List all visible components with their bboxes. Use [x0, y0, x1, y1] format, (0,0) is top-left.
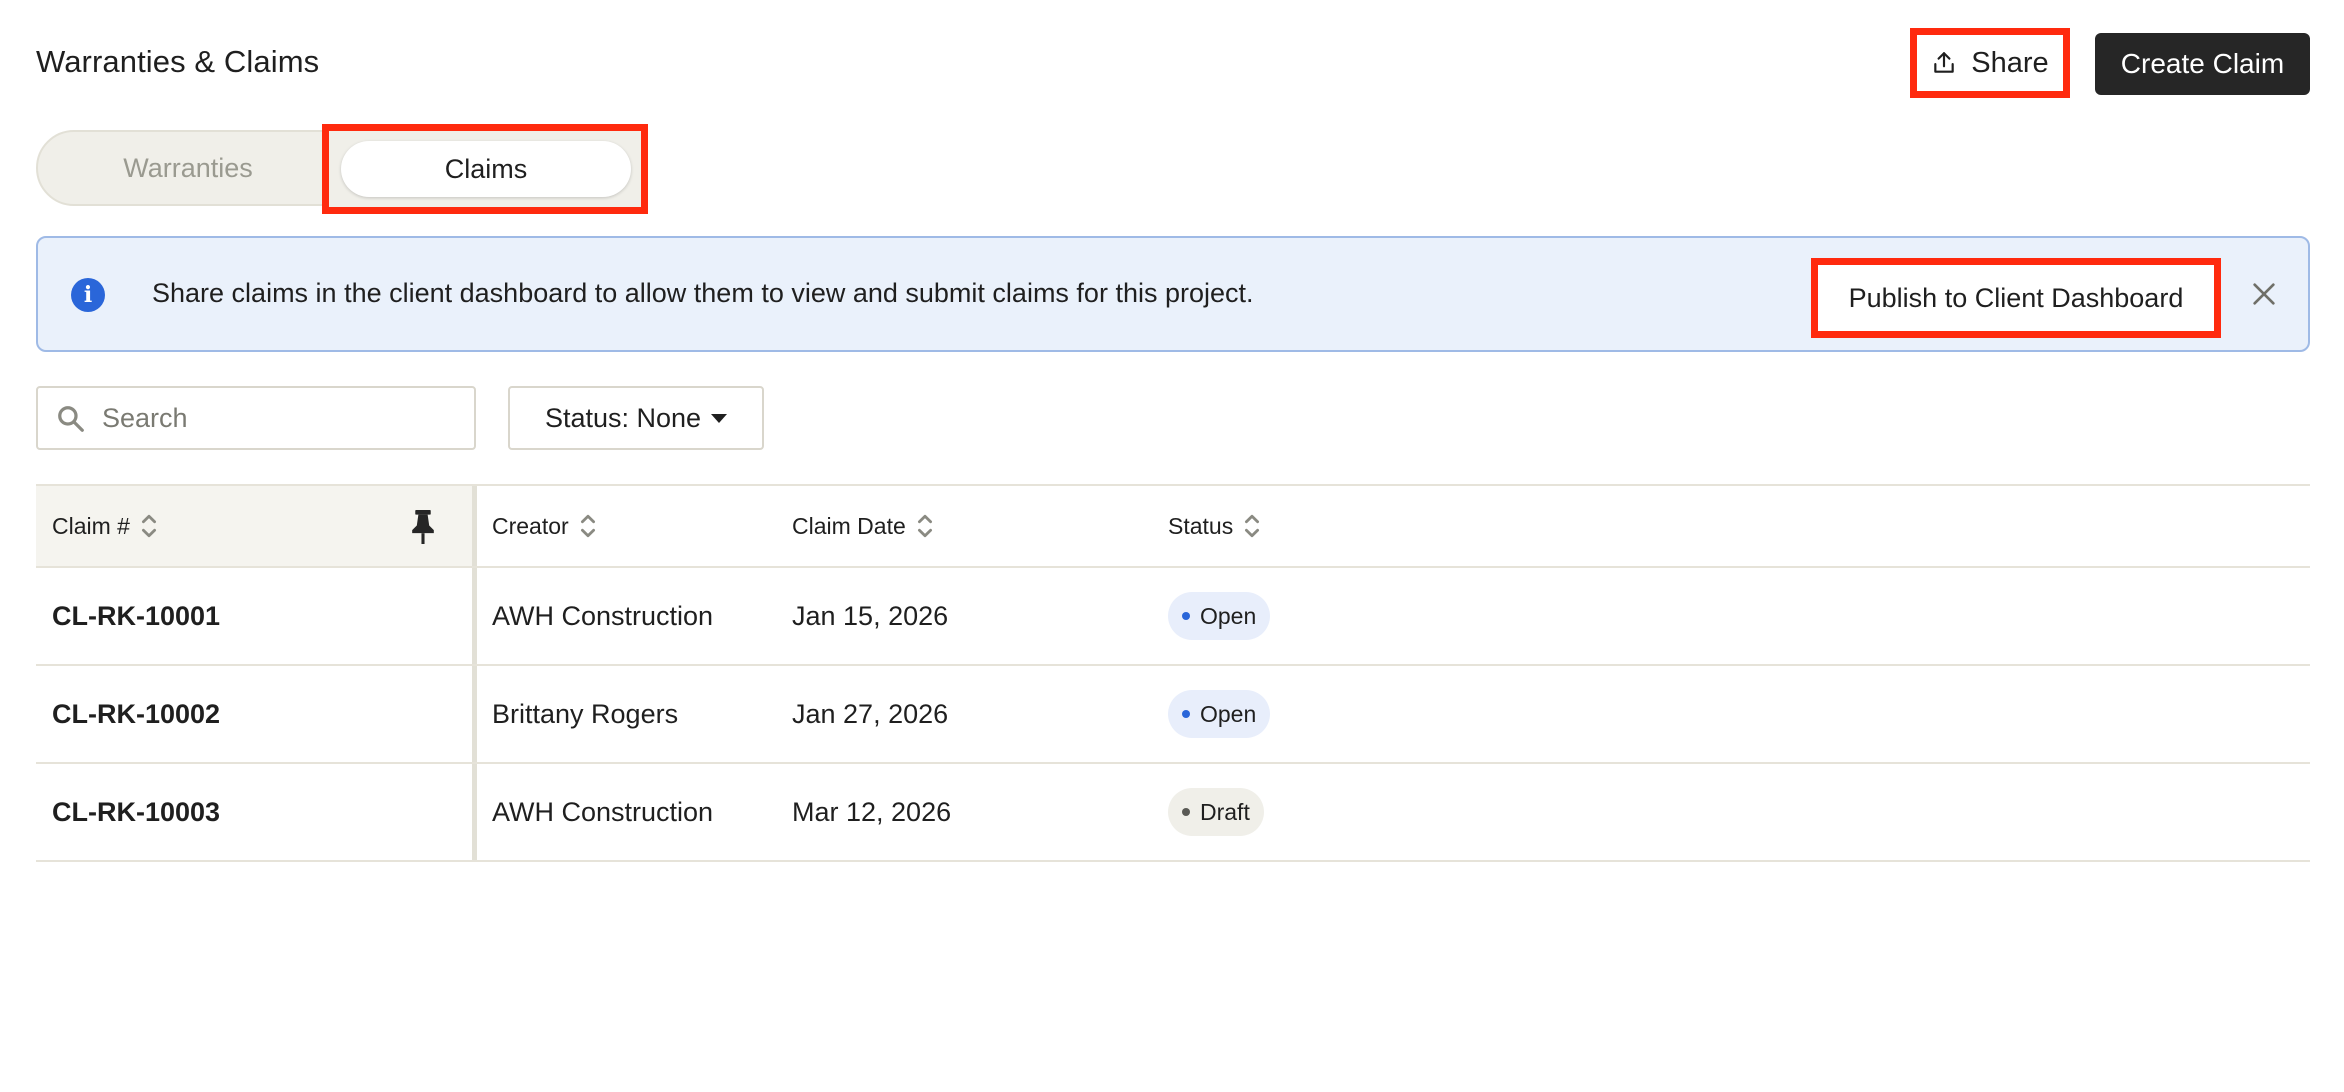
search-icon — [58, 406, 84, 432]
claim-date-cell: Jan 15, 2026 — [792, 600, 949, 631]
info-icon: i — [71, 278, 105, 312]
claim-number-cell: CL-RK-10002 — [36, 666, 476, 762]
pinned-column-divider — [472, 666, 477, 762]
pinned-column-divider — [472, 764, 477, 860]
share-icon — [1934, 52, 1955, 73]
publish-to-client-dashboard-button[interactable]: Publish to Client Dashboard — [1811, 258, 2221, 338]
share-button[interactable]: Share — [1910, 28, 2070, 98]
table-header-row: Claim # Creator Claim Date Status — [36, 486, 2310, 568]
banner-message: Share claims in the client dashboard to … — [152, 278, 1254, 308]
info-banner: i Share claims in the client dashboard t… — [36, 236, 2310, 352]
column-header-claim-number[interactable]: Claim # — [36, 486, 476, 566]
creator-cell: AWH Construction — [492, 600, 714, 631]
sort-icon[interactable] — [140, 512, 158, 540]
sort-icon[interactable] — [916, 512, 934, 540]
pinned-column-divider — [472, 568, 477, 664]
page: Warranties & Claims Share Create Claim W… — [0, 0, 2344, 1092]
status-badge: Open — [1168, 690, 1271, 738]
creator-cell: AWH Construction — [492, 796, 714, 827]
caret-down-icon — [711, 413, 728, 423]
status-dot — [1182, 808, 1190, 816]
search-input[interactable] — [102, 388, 462, 448]
claim-date-cell: Mar 12, 2026 — [792, 796, 952, 827]
pinned-column-divider — [472, 486, 477, 566]
create-claim-button[interactable]: Create Claim — [2095, 33, 2310, 95]
column-header-claim-date[interactable]: Claim Date — [792, 486, 1152, 566]
sort-icon[interactable] — [579, 512, 597, 540]
table-row[interactable]: CL-RK-10001 AWH Construction Jan 15, 202… — [36, 568, 2310, 666]
tab-claims-highlight: Claims — [322, 124, 648, 214]
status-cell: Open — [1168, 666, 1468, 762]
pin-icon[interactable] — [410, 510, 436, 544]
claim-number-cell: CL-RK-10001 — [36, 568, 476, 664]
status-filter-label: Status: None — [544, 402, 702, 433]
status-cell: Draft — [1168, 764, 1468, 860]
column-header-status[interactable]: Status — [1168, 486, 1468, 566]
sort-icon[interactable] — [1243, 512, 1261, 540]
search-box — [36, 386, 476, 450]
page-title: Warranties & Claims — [36, 44, 320, 79]
status-dot — [1182, 612, 1190, 620]
share-button-label: Share — [1971, 46, 2049, 79]
status-filter-dropdown[interactable]: Status: None — [508, 386, 764, 450]
creator-cell: Brittany Rogers — [492, 698, 679, 729]
claim-number[interactable]: CL-RK-10003 — [52, 797, 220, 828]
close-icon[interactable] — [2248, 278, 2280, 310]
claim-date-cell: Jan 27, 2026 — [792, 698, 949, 729]
status-badge: Draft — [1168, 788, 1264, 836]
claims-table: Claim # Creator Claim Date Status CL-RK-… — [36, 484, 2310, 862]
claim-number[interactable]: CL-RK-10001 — [52, 601, 220, 632]
table-row[interactable]: CL-RK-10003 AWH Construction Mar 12, 202… — [36, 764, 2310, 862]
status-dot — [1182, 710, 1190, 718]
column-header-creator[interactable]: Creator — [492, 486, 792, 566]
claim-number-cell: CL-RK-10003 — [36, 764, 476, 860]
status-badge: Open — [1168, 592, 1271, 640]
status-cell: Open — [1168, 568, 1468, 664]
tab-claims[interactable]: Claims — [341, 141, 631, 197]
table-row[interactable]: CL-RK-10002 Brittany Rogers Jan 27, 2026… — [36, 666, 2310, 764]
tab-warranties[interactable]: Warranties — [38, 132, 338, 204]
claim-number[interactable]: CL-RK-10002 — [52, 699, 220, 730]
